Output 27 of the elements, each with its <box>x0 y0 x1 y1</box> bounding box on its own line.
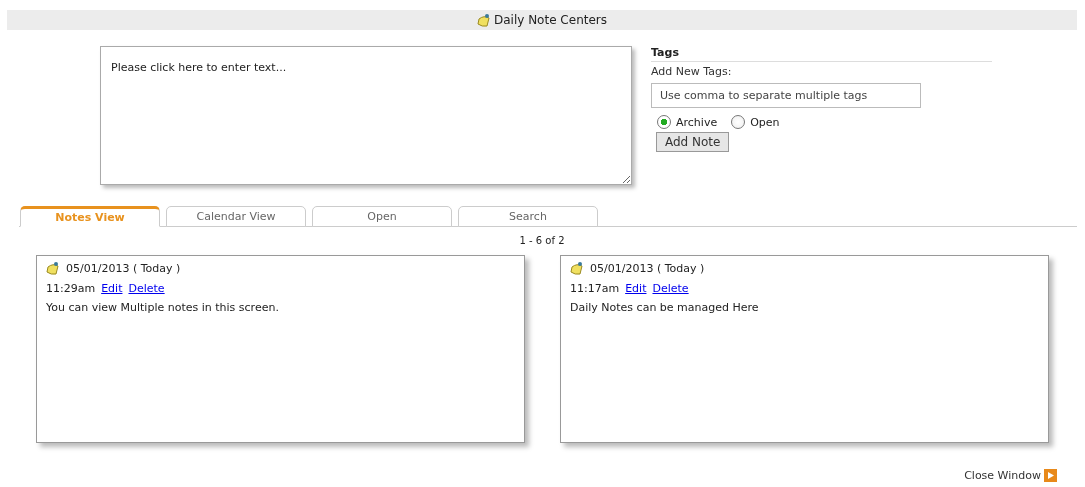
page-title: Daily Note Centers <box>493 13 607 27</box>
delete-link[interactable]: Delete <box>128 282 165 295</box>
note-text: You can view Multiple notes in this screen. <box>46 301 280 314</box>
note-icon <box>476 12 491 28</box>
view-tab[interactable]: Open <box>312 206 452 227</box>
status-radio[interactable]: Archive <box>657 115 718 129</box>
tags-input-field[interactable]: Use comma to separate multiple tags <box>651 83 921 108</box>
note-text: Daily Notes can be managed Here <box>570 301 760 314</box>
note-date: 05/01/2013 ( Today ) <box>590 262 705 275</box>
view-tab[interactable]: Search <box>458 206 598 227</box>
note-date: 05/01/2013 ( Today ) <box>66 262 181 275</box>
view-tab[interactable]: Calendar View <box>166 206 306 227</box>
note-icon <box>570 261 584 276</box>
edit-link[interactable]: Edit <box>101 282 123 295</box>
pagination-text: 1 - 6 of 2 <box>519 235 565 246</box>
status-radio[interactable]: Open <box>731 115 780 129</box>
note-icon <box>46 261 60 276</box>
add-note-button[interactable]: Add Note <box>656 132 730 152</box>
note-text-area[interactable]: Please click here to enter text... <box>100 46 632 185</box>
note-time: 11:29am <box>46 282 96 295</box>
edit-link[interactable]: Edit <box>625 282 647 295</box>
note-time: 11:17am <box>570 282 620 295</box>
tags-label: Add New Tags: <box>651 65 732 78</box>
tags-heading: Tags <box>651 46 992 62</box>
play-icon <box>1044 469 1057 482</box>
close-window-link[interactable]: Close Window <box>964 469 1041 482</box>
delete-link[interactable]: Delete <box>652 282 689 295</box>
